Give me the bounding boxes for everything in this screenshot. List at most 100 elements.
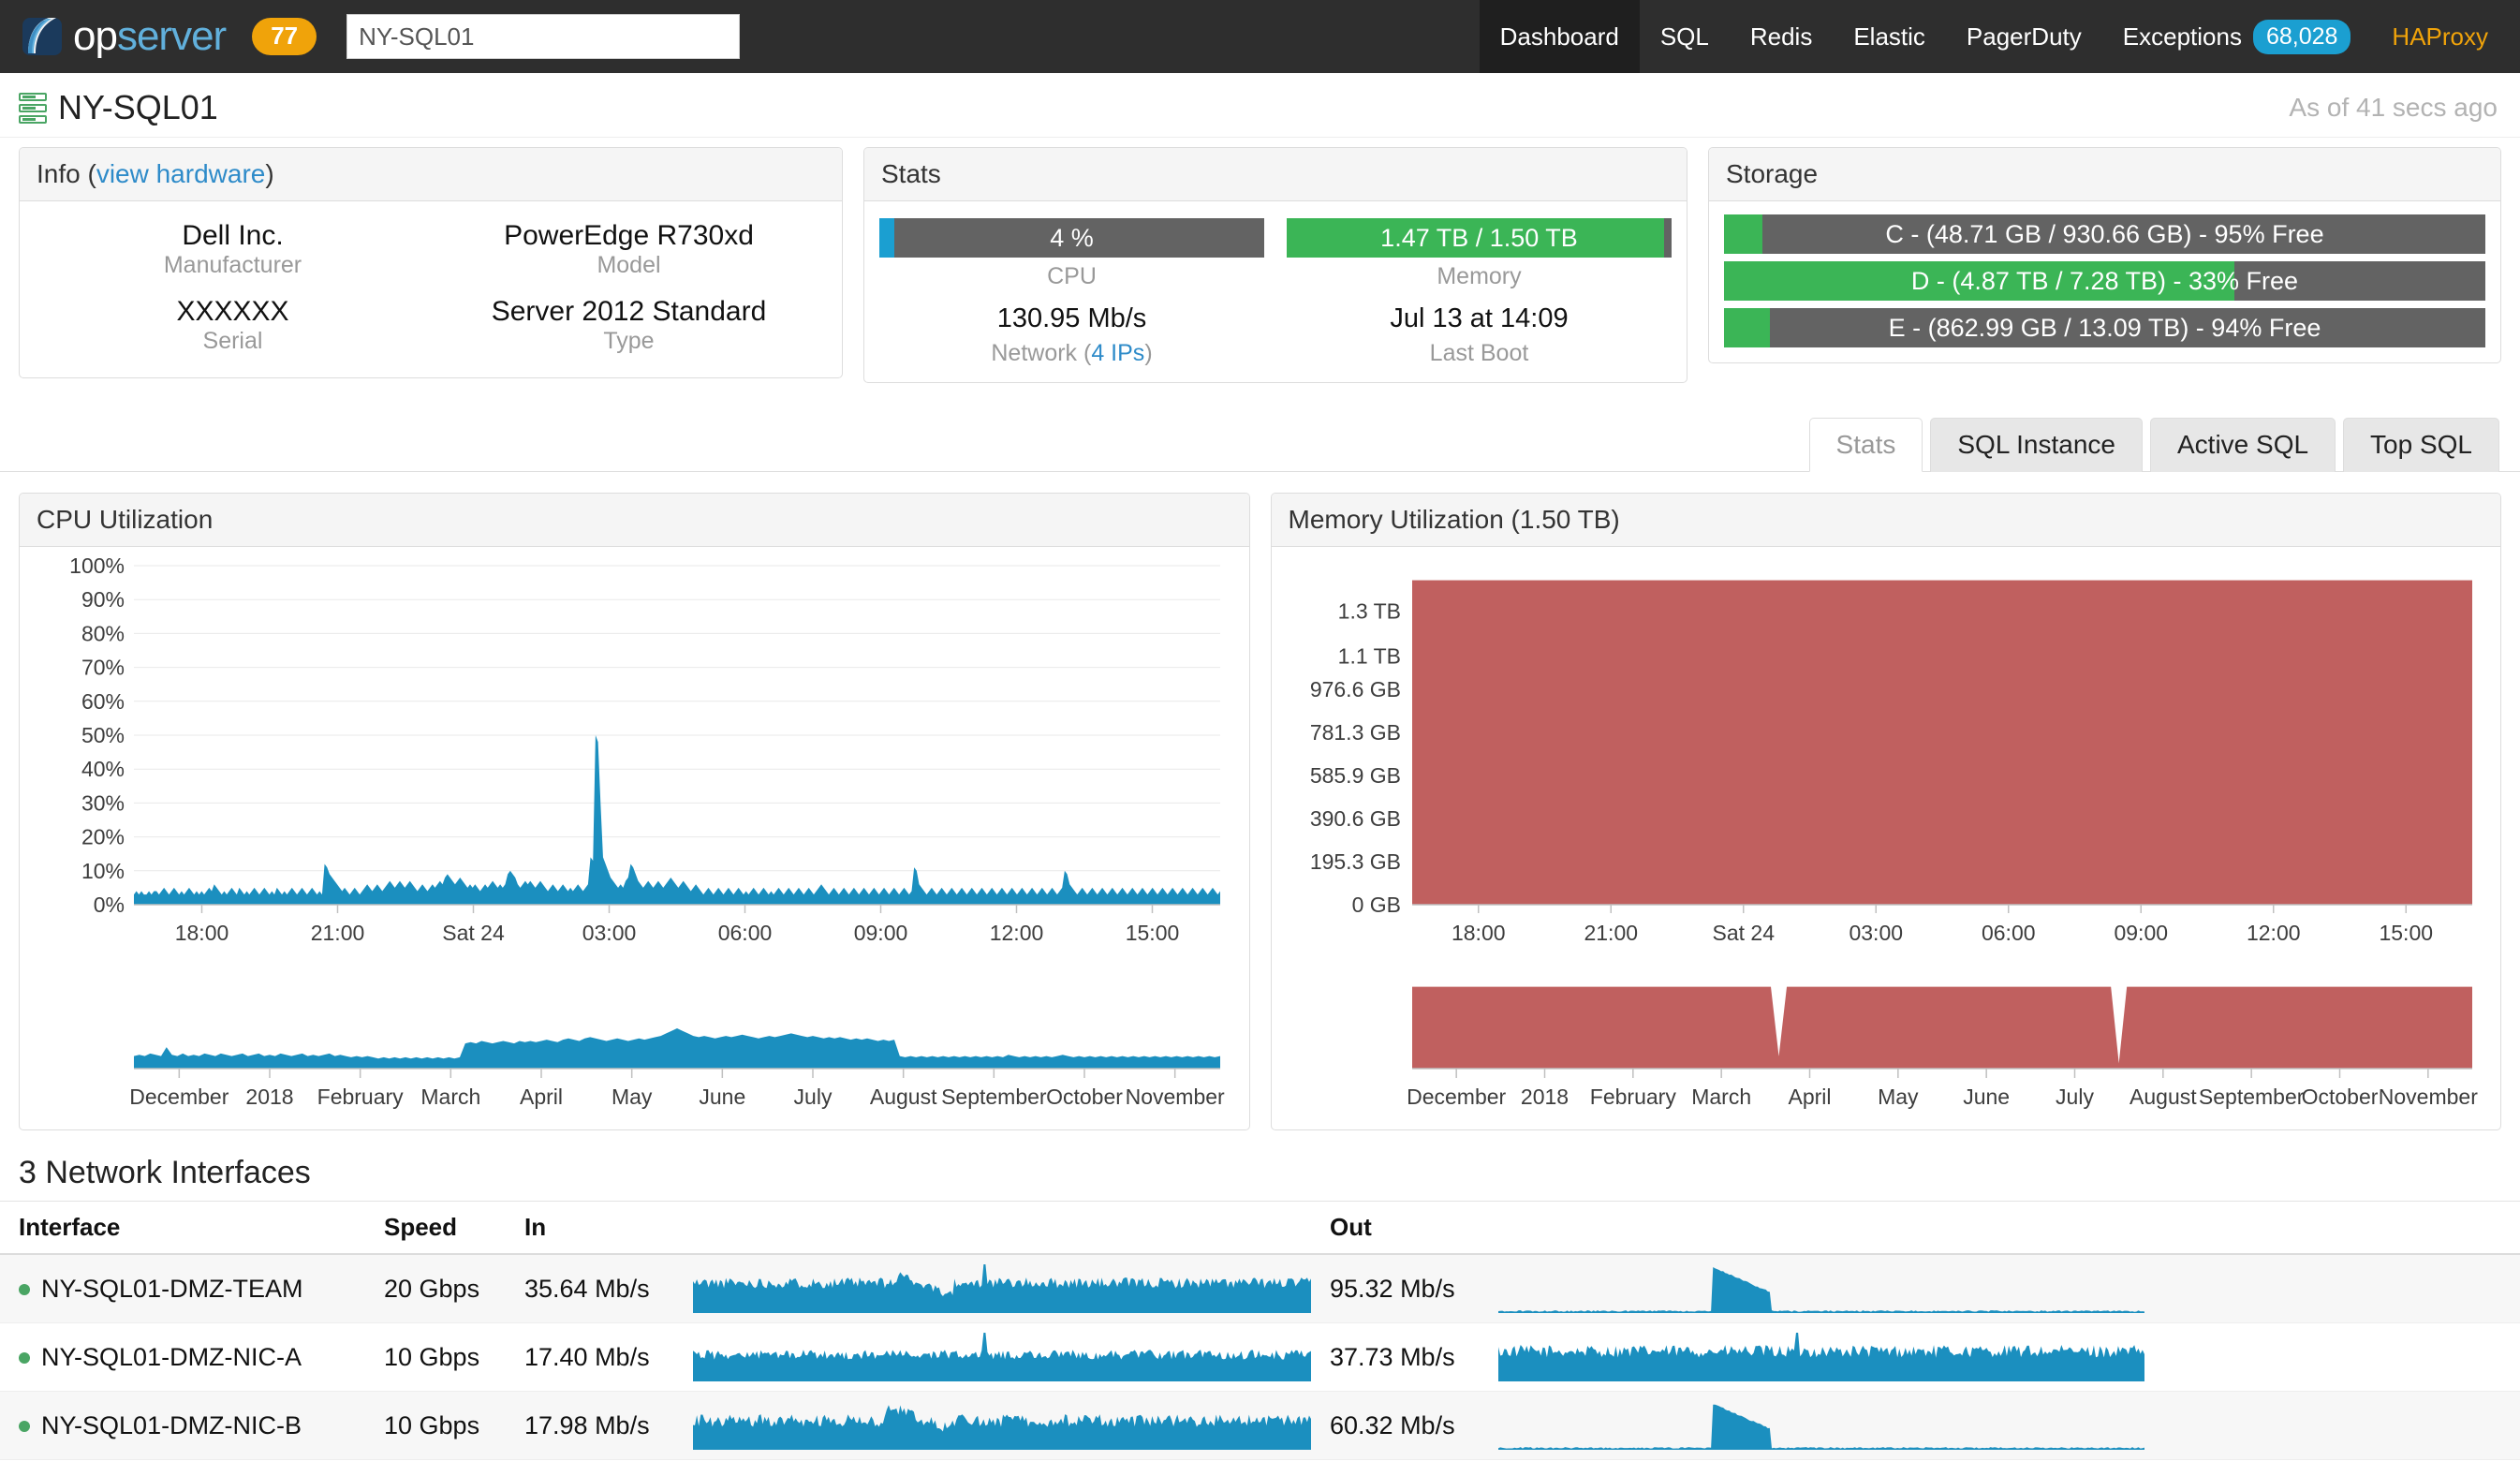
svg-text:40%: 40% xyxy=(81,757,125,781)
storage-drive-bar[interactable]: D - (4.87 TB / 7.28 TB) - 33% Free xyxy=(1724,261,2485,301)
interface-speed: 20 Gbps xyxy=(375,1254,515,1323)
table-row[interactable]: NY-SQL01-DMZ-NIC-B 10 Gbps 17.98 Mb/s 60… xyxy=(0,1392,2520,1460)
brand-logo[interactable]: opserver xyxy=(0,12,226,61)
stats-panel-title: Stats xyxy=(881,159,941,188)
status-up-icon xyxy=(19,1284,30,1295)
cpu-usage-bar-label: 4 % xyxy=(879,218,1264,258)
cpu-usage-bar[interactable]: 4 % xyxy=(879,218,1264,258)
column-header-interface: Interface xyxy=(0,1202,375,1255)
info-type-value: Server 2012 Standard xyxy=(431,287,827,328)
svg-text:May: May xyxy=(1878,1085,1919,1109)
tab-stats[interactable]: Stats xyxy=(1809,418,1923,472)
charts-row: CPU Utilization 0%10%20%30%40%50%60%70%8… xyxy=(0,472,2520,1130)
svg-text:Sat 24: Sat 24 xyxy=(1712,921,1775,945)
storage-panel-body: C - (48.71 GB / 930.66 GB) - 95% Free D … xyxy=(1709,201,2500,362)
network-label-pre: Network ( xyxy=(991,340,1091,366)
svg-text:976.6 GB: 976.6 GB xyxy=(1309,677,1400,701)
nav-item-exceptions[interactable]: Exceptions 68,028 xyxy=(2102,0,2372,73)
info-type: Server 2012 Standard Type xyxy=(431,287,827,362)
nav-item-redis[interactable]: Redis xyxy=(1730,0,1833,73)
svg-text:July: July xyxy=(2056,1085,2094,1109)
network-table-body: NY-SQL01-DMZ-TEAM 20 Gbps 35.64 Mb/s 95.… xyxy=(0,1254,2520,1460)
table-row[interactable]: NY-SQL01-DMZ-NIC-A 10 Gbps 17.40 Mb/s 37… xyxy=(0,1323,2520,1392)
svg-text:2018: 2018 xyxy=(1520,1085,1568,1109)
svg-text:March: March xyxy=(1691,1085,1751,1109)
nav-item-sql[interactable]: SQL xyxy=(1640,0,1730,73)
info-manufacturer-value: Dell Inc. xyxy=(35,211,431,252)
memory-stat-label: Memory xyxy=(1287,258,1672,290)
interface-in-rate: 17.98 Mb/s xyxy=(515,1392,684,1460)
out-sparkline xyxy=(1498,1264,2144,1313)
info-serial: XXXXXX Serial xyxy=(35,287,431,362)
cpu-chart-body[interactable]: 0%10%20%30%40%50%60%70%80%90%100%18:0021… xyxy=(20,547,1249,1129)
interface-name: NY-SQL01-DMZ-TEAM xyxy=(41,1275,303,1303)
memory-usage-bar[interactable]: 1.47 TB / 1.50 TB xyxy=(1287,218,1672,258)
column-header-speed: Speed xyxy=(375,1202,515,1255)
network-table-head: Interface Speed In Out xyxy=(0,1202,2520,1255)
interface-out-sparkline-cell xyxy=(1489,1254,2520,1323)
tab-top-sql[interactable]: Top SQL xyxy=(2343,418,2499,472)
interface-out-rate: 60.32 Mb/s xyxy=(1320,1392,1489,1460)
out-sparkline xyxy=(1498,1401,2144,1450)
svg-text:18:00: 18:00 xyxy=(1451,921,1505,945)
primary-nav: Dashboard SQL Redis Elastic PagerDuty Ex… xyxy=(1480,0,2520,73)
svg-text:October: October xyxy=(2301,1085,2378,1109)
svg-text:1.3 TB: 1.3 TB xyxy=(1337,598,1400,623)
interface-in-rate: 17.40 Mb/s xyxy=(515,1323,684,1392)
logo-text-op: op xyxy=(73,13,117,59)
summary-panels: Info (view hardware) Dell Inc. Manufactu… xyxy=(0,138,2520,383)
tab-active-sql[interactable]: Active SQL xyxy=(2150,418,2336,472)
stats-panel-body: 4 % CPU 130.95 Mb/s Network (4 IPs) 1.47… xyxy=(864,201,1687,382)
info-row-2: XXXXXX Serial Server 2012 Standard Type xyxy=(35,287,827,362)
svg-text:100%: 100% xyxy=(69,554,125,578)
svg-text:195.3 GB: 195.3 GB xyxy=(1309,849,1400,874)
svg-text:December: December xyxy=(129,1085,228,1109)
page-title: NY-SQL01 xyxy=(58,88,218,127)
search-box[interactable] xyxy=(346,14,740,59)
view-hardware-link[interactable]: view hardware xyxy=(96,159,266,188)
interface-in-sparkline-cell xyxy=(684,1323,1320,1392)
table-row[interactable]: NY-SQL01-DMZ-TEAM 20 Gbps 35.64 Mb/s 95.… xyxy=(0,1254,2520,1323)
memory-chart-navigator[interactable]: December2018FebruaryMarchAprilMayJuneJul… xyxy=(1281,977,2480,1117)
storage-drive-bar[interactable]: E - (862.99 GB / 13.09 TB) - 94% Free xyxy=(1724,308,2485,347)
cpu-chart-navigator[interactable]: December2018FebruaryMarchAprilMayJuneJul… xyxy=(29,977,1228,1117)
info-row-1: Dell Inc. Manufacturer PowerEdge R730xd … xyxy=(35,211,827,287)
cpu-chart-title: CPU Utilization xyxy=(37,505,213,534)
logo-text: opserver xyxy=(73,16,226,57)
network-label-post: ) xyxy=(1144,340,1152,366)
nav-item-haproxy[interactable]: HAProxy xyxy=(2371,0,2520,73)
nav-item-elastic[interactable]: Elastic xyxy=(1833,0,1946,73)
network-ips-link[interactable]: 4 IPs xyxy=(1091,340,1144,366)
storage-panel-header: Storage xyxy=(1709,148,2500,201)
svg-text:February: February xyxy=(317,1085,405,1109)
search-input[interactable] xyxy=(346,14,740,59)
out-sparkline xyxy=(1498,1333,2144,1381)
network-value: 130.95 Mb/s xyxy=(879,290,1264,334)
cpu-utilization-panel: CPU Utilization 0%10%20%30%40%50%60%70%8… xyxy=(19,493,1250,1130)
memory-utilization-panel: Memory Utilization (1.50 TB) 0 GB195.3 G… xyxy=(1271,493,2502,1130)
info-serial-value: XXXXXX xyxy=(35,287,431,328)
server-icon xyxy=(19,93,47,124)
svg-text:03:00: 03:00 xyxy=(1849,921,1903,945)
tab-sql-instance[interactable]: SQL Instance xyxy=(1930,418,2143,472)
cpu-chart-header: CPU Utilization xyxy=(20,494,1249,547)
nav-item-dashboard[interactable]: Dashboard xyxy=(1480,0,1640,73)
svg-text:21:00: 21:00 xyxy=(1584,921,1638,945)
svg-text:Sat 24: Sat 24 xyxy=(442,921,505,945)
in-sparkline xyxy=(693,1333,1311,1381)
status-up-icon xyxy=(19,1421,30,1432)
interface-speed: 10 Gbps xyxy=(375,1392,515,1460)
logo-text-server: server xyxy=(117,13,226,59)
svg-text:15:00: 15:00 xyxy=(2379,921,2433,945)
memory-chart-body[interactable]: 0 GB195.3 GB390.6 GB585.9 GB781.3 GB976.… xyxy=(1272,547,2501,1129)
info-panel: Info (view hardware) Dell Inc. Manufactu… xyxy=(19,147,843,378)
nav-item-pagerduty[interactable]: PagerDuty xyxy=(1946,0,2102,73)
info-model: PowerEdge R730xd Model xyxy=(431,211,827,287)
memory-chart-header: Memory Utilization (1.50 TB) xyxy=(1272,494,2501,547)
cpu-chart-plot[interactable]: 0%10%20%30%40%50%60%70%80%90%100%18:0021… xyxy=(29,554,1228,957)
memory-chart-plot[interactable]: 0 GB195.3 GB390.6 GB585.9 GB781.3 GB976.… xyxy=(1281,554,2480,957)
exceptions-count-badge: 68,028 xyxy=(2253,20,2351,54)
issue-count-badge[interactable]: 77 xyxy=(252,18,317,54)
storage-drive-bar[interactable]: C - (48.71 GB / 930.66 GB) - 95% Free xyxy=(1724,214,2485,254)
last-boot-value: Jul 13 at 14:09 xyxy=(1287,290,1672,334)
